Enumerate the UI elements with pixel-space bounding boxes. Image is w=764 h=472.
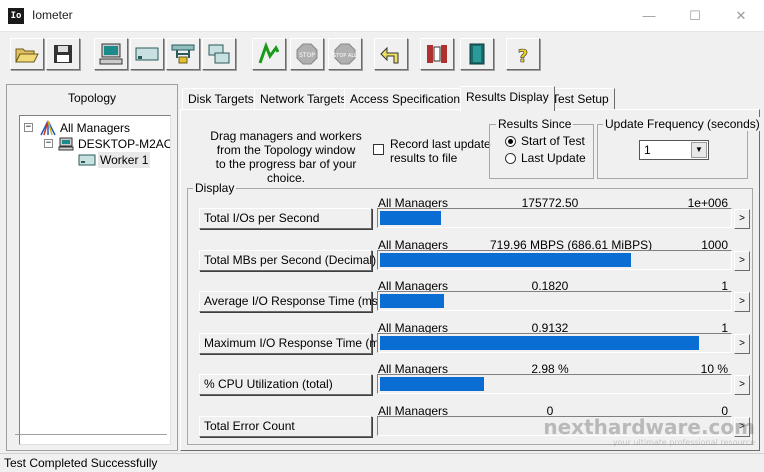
update-frequency-title: Update Frequency (seconds) (603, 117, 762, 131)
update-frequency-select[interactable]: 1 ▼ (639, 140, 709, 160)
topology-panel: Topology − All Managers − DESKTOP-M2AO8 (6, 84, 178, 451)
worker-icon (78, 154, 96, 166)
topology-title: Topology (67, 91, 117, 105)
metric-progress-bar (377, 291, 732, 311)
metric-progress-bar (377, 374, 732, 394)
computer-icon (58, 137, 74, 151)
metric-progress-fill (380, 253, 631, 267)
floppy-disk-icon (54, 45, 72, 63)
topology-tree[interactable]: − All Managers − DESKTOP-M2AO8 Worker 1 (19, 115, 171, 445)
about-button[interactable]: ? (506, 38, 540, 70)
save-config-button[interactable] (46, 38, 80, 70)
chevron-down-icon[interactable]: ▼ (691, 142, 707, 158)
metric-progress-bar (377, 250, 732, 270)
tree-item-label: DESKTOP-M2AO8 (78, 137, 171, 151)
start-test-button[interactable] (252, 38, 286, 70)
metric-progress-bar (377, 333, 732, 353)
stop-test-button[interactable]: STOP (290, 38, 324, 70)
open-results-button[interactable] (460, 38, 494, 70)
reset-workers-button[interactable] (374, 38, 408, 70)
start-disk-worker-button[interactable] (94, 38, 128, 70)
results-since-title: Results Since (496, 117, 574, 131)
status-text: Test Completed Successfully (4, 456, 158, 470)
svg-text:nexthardware.com: nexthardware.com (543, 415, 755, 439)
metric-more-button[interactable]: > (734, 209, 750, 229)
status-bar: Test Completed Successfully (0, 453, 764, 472)
start-of-test-radio[interactable] (505, 136, 516, 147)
drag-instructions: Drag managers and workers from the Topol… (210, 129, 362, 185)
copy-worker-icon (208, 44, 230, 64)
metric-select-button[interactable]: Average I/O Response Time (ms) (199, 291, 382, 312)
tree-expander[interactable]: − (44, 139, 53, 148)
start-network-worker-button[interactable] (130, 38, 164, 70)
metric-progress-fill (380, 377, 484, 391)
folder-open-icon (15, 48, 39, 63)
svg-text:STOP: STOP (299, 52, 315, 59)
open-config-button[interactable] (10, 38, 44, 70)
close-button[interactable]: ✕ (718, 0, 764, 32)
display-title: Display (193, 181, 237, 195)
last-update-label: Last Update (521, 151, 586, 165)
metric-select-button[interactable]: % CPU Utilization (total) (199, 374, 372, 395)
record-results-checkbox[interactable] (373, 144, 384, 155)
minimize-button[interactable]: — (626, 0, 672, 32)
metric-more-button[interactable]: > (734, 334, 750, 354)
tab-disk-targets[interactable]: Disk Targets (182, 88, 260, 110)
metric-progress-fill (380, 294, 444, 308)
tab-network-targets[interactable]: Network Targets (254, 88, 353, 110)
app-icon: Io (8, 8, 24, 24)
tab-results-display[interactable]: Results Display (460, 86, 555, 111)
exit-button[interactable] (420, 38, 454, 70)
horizontal-scrollbar[interactable] (15, 434, 167, 435)
network-tree-icon (171, 44, 195, 64)
metric-more-button[interactable]: > (734, 251, 750, 271)
green-flag-icon (258, 42, 280, 64)
metric-progress-fill (380, 336, 699, 350)
svg-text:?: ? (518, 46, 528, 66)
stop-all-button[interactable]: STOP ALL (328, 38, 362, 70)
metric-more-button[interactable]: > (734, 292, 750, 312)
update-frequency-value: 1 (644, 143, 651, 157)
metric-more-button[interactable]: > (734, 375, 750, 395)
tree-expander[interactable]: − (24, 123, 33, 132)
metric-select-button[interactable]: Total Error Count (199, 416, 372, 437)
metric-select-button[interactable]: Total I/Os per Second (199, 208, 372, 229)
all-managers-icon (40, 120, 56, 136)
network-card-icon (135, 47, 159, 61)
start-of-test-label: Start of Test (521, 134, 585, 148)
svg-text:your ultimate professional res: your ultimate professional resource (613, 438, 755, 447)
watermark-logo: nexthardware.com your ultimate professio… (543, 415, 755, 447)
add-network-worker-button[interactable] (166, 38, 200, 70)
tree-item-label: Worker 1 (98, 152, 151, 168)
record-results-label: Record last update results to file (390, 137, 491, 165)
door-icon (469, 43, 485, 65)
question-mark-icon: ? (517, 46, 528, 66)
svg-text:STOP ALL: STOP ALL (333, 53, 357, 59)
metric-progress-bar (377, 208, 732, 228)
exit-door-icon (427, 45, 447, 63)
window-title: Iometer (32, 8, 73, 22)
computer-icon (99, 43, 123, 65)
maximize-button[interactable]: ☐ (672, 0, 718, 32)
copy-worker-button[interactable] (202, 38, 236, 70)
stop-all-sign-icon: STOP ALL (333, 43, 357, 65)
last-update-radio[interactable] (505, 153, 516, 164)
tree-item-label: All Managers (60, 121, 131, 135)
metric-progress-fill (380, 211, 441, 225)
title-bar[interactable]: Io Iometer — ☐ ✕ (0, 0, 764, 32)
tab-access-specifications[interactable]: Access Specifications (344, 88, 473, 110)
metric-select-button[interactable]: Maximum I/O Response Time (ms) (199, 333, 389, 354)
tab-test-setup[interactable]: Test Setup (546, 88, 615, 110)
stop-sign-icon: STOP (296, 43, 318, 65)
metric-select-button[interactable]: Total MBs per Second (Decimal) (199, 250, 376, 271)
undo-arrow-icon (380, 46, 399, 64)
toolbar: STOP STOP ALL ? (0, 32, 764, 76)
